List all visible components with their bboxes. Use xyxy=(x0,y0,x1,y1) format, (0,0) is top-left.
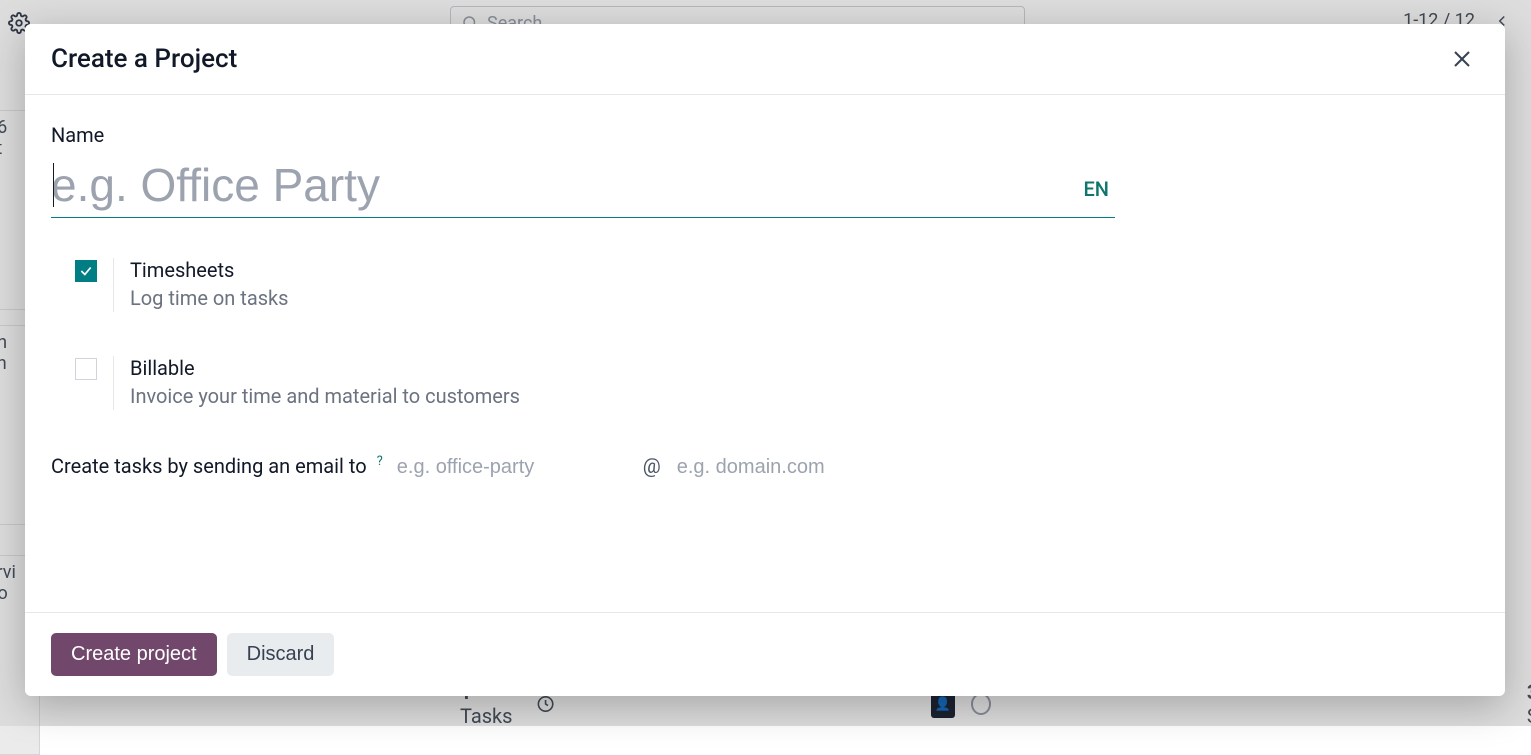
option-text-group: Billable Invoice your time and material … xyxy=(130,356,520,408)
email-domain-input[interactable] xyxy=(677,456,867,479)
create-project-modal: Create a Project Name EN Timesheets Log … xyxy=(25,24,1505,696)
divider xyxy=(113,258,114,312)
help-icon[interactable]: ? xyxy=(377,454,383,469)
modal-footer: Create project Discard xyxy=(25,612,1505,696)
language-badge[interactable]: EN xyxy=(1084,177,1116,215)
project-name-input[interactable] xyxy=(51,151,1084,215)
timesheets-description: Log time on tasks xyxy=(130,286,289,310)
name-field-row: EN xyxy=(51,151,1115,218)
email-at-symbol: @ xyxy=(643,454,661,478)
option-text-group: Timesheets Log time on tasks xyxy=(130,258,289,310)
option-timesheets: Timesheets Log time on tasks xyxy=(75,258,1479,312)
check-icon xyxy=(79,264,93,278)
name-label: Name xyxy=(51,123,1479,147)
email-alias-input[interactable] xyxy=(397,456,627,479)
option-billable: Billable Invoice your time and material … xyxy=(75,356,1479,410)
billable-checkbox[interactable] xyxy=(75,358,97,380)
email-alias-row: Create tasks by sending an email to ? @ xyxy=(51,454,1479,479)
email-prefix-text: Create tasks by sending an email to xyxy=(51,454,367,478)
text-caret xyxy=(53,163,54,207)
timesheets-title: Timesheets xyxy=(130,258,289,282)
close-icon xyxy=(1450,47,1474,71)
billable-title: Billable xyxy=(130,356,520,380)
modal-body: Name EN Timesheets Log time on tasks Bil… xyxy=(25,95,1505,612)
modal-header: Create a Project xyxy=(25,24,1505,95)
close-button[interactable] xyxy=(1445,42,1479,76)
billable-description: Invoice your time and material to custom… xyxy=(130,384,520,408)
create-project-button[interactable]: Create project xyxy=(51,633,217,676)
divider xyxy=(113,356,114,410)
timesheets-checkbox[interactable] xyxy=(75,260,97,282)
modal-title: Create a Project xyxy=(51,44,237,74)
discard-button[interactable]: Discard xyxy=(227,633,335,676)
